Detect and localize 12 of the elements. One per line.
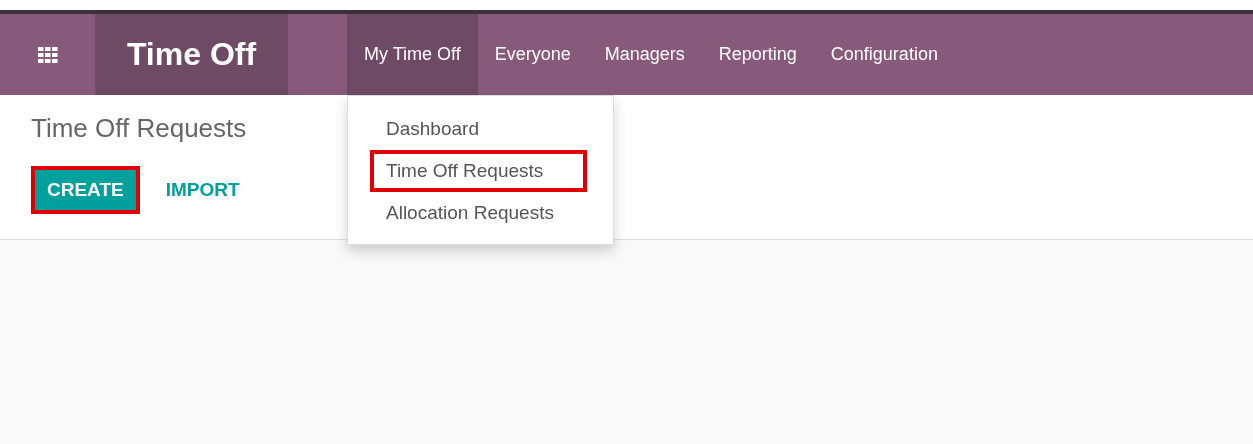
menu-item[interactable]: Reporting	[701, 14, 814, 95]
dropdown-item[interactable]: Time Off Requests	[370, 150, 587, 192]
menu-item[interactable]: My Time Off	[347, 14, 478, 95]
create-button[interactable]: CREATE	[31, 166, 140, 214]
menu-item[interactable]: Configuration	[813, 14, 955, 95]
dropdown-item[interactable]: Allocation Requests	[370, 192, 591, 234]
app-title[interactable]: Time Off	[95, 14, 288, 95]
menu-item[interactable]: Everyone	[477, 14, 588, 95]
page-title: Time Off Requests	[31, 113, 247, 144]
import-button[interactable]: IMPORT	[149, 166, 256, 214]
dropdown-item[interactable]: Dashboard	[370, 108, 591, 150]
menu-item[interactable]: Managers	[587, 14, 702, 95]
